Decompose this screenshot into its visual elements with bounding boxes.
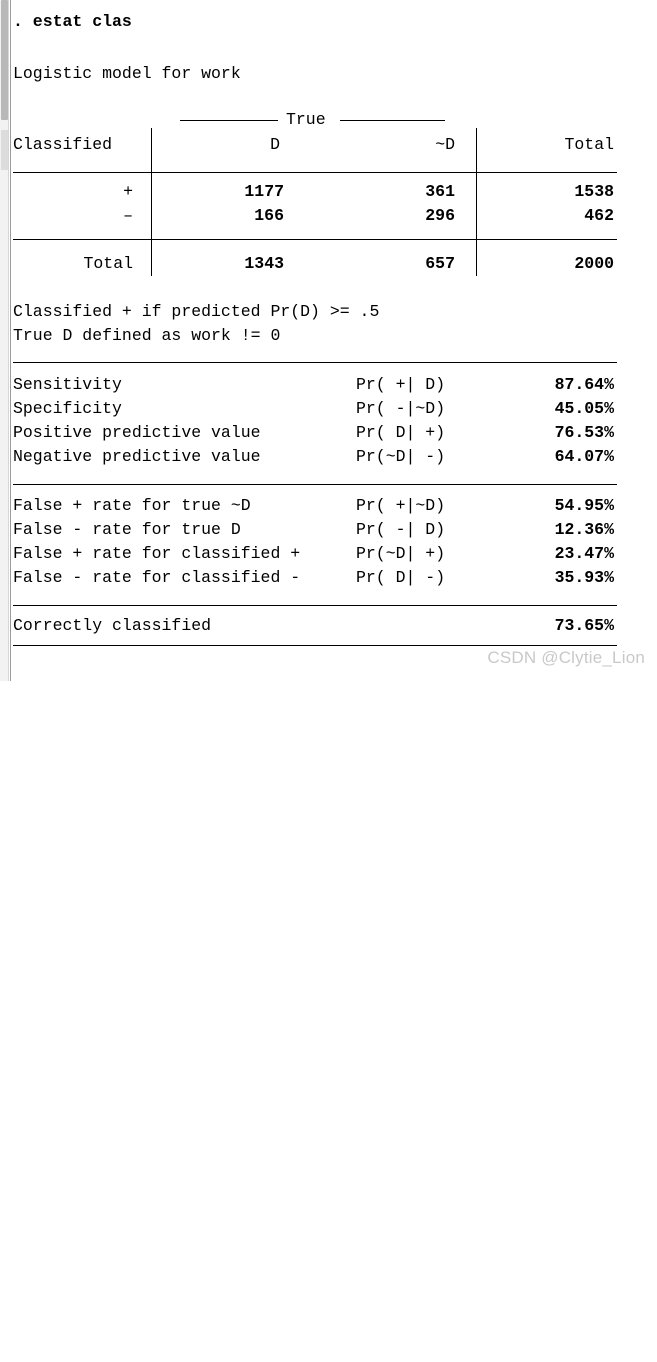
cell-total-d: 1343 [244,254,284,273]
stat-value-fn-classified-minus: 35.93% [554,568,614,587]
stat-name-fn-true-d: False - rate for true D [13,520,241,539]
column-header-total: Total [564,135,614,154]
stat-name-ppv: Positive predictive value [13,423,261,442]
spanner-label: True [286,110,326,129]
table-vrule-left [151,128,152,276]
spanner-rule-right [340,120,445,121]
panel-divider [10,0,11,681]
cell-negative-total: 462 [584,206,614,225]
summary-value: 73.65% [554,616,614,635]
stat-value-ppv: 76.53% [554,423,614,442]
vertical-scrollbar[interactable] [0,0,9,681]
stat-formula-ppv: Pr( D| +) [356,423,446,442]
stat-formula-npv: Pr(~D| -) [356,447,446,466]
row-label-negative: – [123,206,133,225]
cell-total-grand: 2000 [574,254,614,273]
stat-name-fp-classified-plus: False + rate for classified + [13,544,301,563]
stat-formula-sensitivity: Pr( +| D) [356,375,446,394]
stat-name-specificity: Specificity [13,399,122,418]
scrollbar-track[interactable] [1,130,8,170]
table-vrule-right [476,128,477,276]
definition-trued: True D defined as work != 0 [13,326,281,345]
column-header-d: D [270,135,280,154]
summary-rule-top [13,605,617,606]
command-line: . estat clas [13,12,132,31]
stat-formula-fp-true-notd: Pr( +|~D) [356,496,446,515]
stat-formula-specificity: Pr( -|~D) [356,399,446,418]
cell-positive-d: 1177 [244,182,284,201]
stata-results-window: . estat clas Logistic model for work Tru… [0,0,657,681]
spanner-rule-left [180,120,278,121]
stat-name-fn-classified-minus: False - rate for classified - [13,568,301,587]
definition-cutoff: Classified + if predicted Pr(D) >= .5 [13,302,380,321]
scrollbar-thumb[interactable] [1,0,8,120]
stat-value-fn-true-d: 12.36% [554,520,614,539]
cell-total-notd: 657 [425,254,455,273]
stat-formula-fp-classified-plus: Pr(~D| +) [356,544,446,563]
row-label-total: Total [83,254,133,273]
summary-rule-bottom [13,645,617,646]
row-label-positive: + [123,182,133,201]
stat-formula-fn-classified-minus: Pr( D| -) [356,568,446,587]
table-corner-label: Classified [13,135,113,154]
stat-value-fp-true-notd: 54.95% [554,496,614,515]
stat-value-fp-classified-plus: 23.47% [554,544,614,563]
model-header: Logistic model for work [13,64,241,83]
stat-name-sensitivity: Sensitivity [13,375,122,394]
stat-value-specificity: 45.05% [554,399,614,418]
stat-value-npv: 64.07% [554,447,614,466]
summary-name: Correctly classified [13,616,212,635]
stat-name-npv: Negative predictive value [13,447,261,466]
results-console: . estat clas Logistic model for work Tru… [13,0,657,681]
cell-positive-notd: 361 [425,182,455,201]
cell-negative-d: 166 [254,206,284,225]
cell-positive-total: 1538 [574,182,614,201]
watermark: CSDN @Clytie_Lion [487,648,645,667]
cell-negative-notd: 296 [425,206,455,225]
table-header-rule [13,172,617,173]
column-header-notd: ~D [435,135,455,154]
stats-rule-top [13,362,617,363]
stat-value-sensitivity: 87.64% [554,375,614,394]
stat-name-fp-true-notd: False + rate for true ~D [13,496,251,515]
stat-formula-fn-true-d: Pr( -| D) [356,520,446,539]
stats-rule-middle [13,484,617,485]
table-total-rule [13,239,617,240]
